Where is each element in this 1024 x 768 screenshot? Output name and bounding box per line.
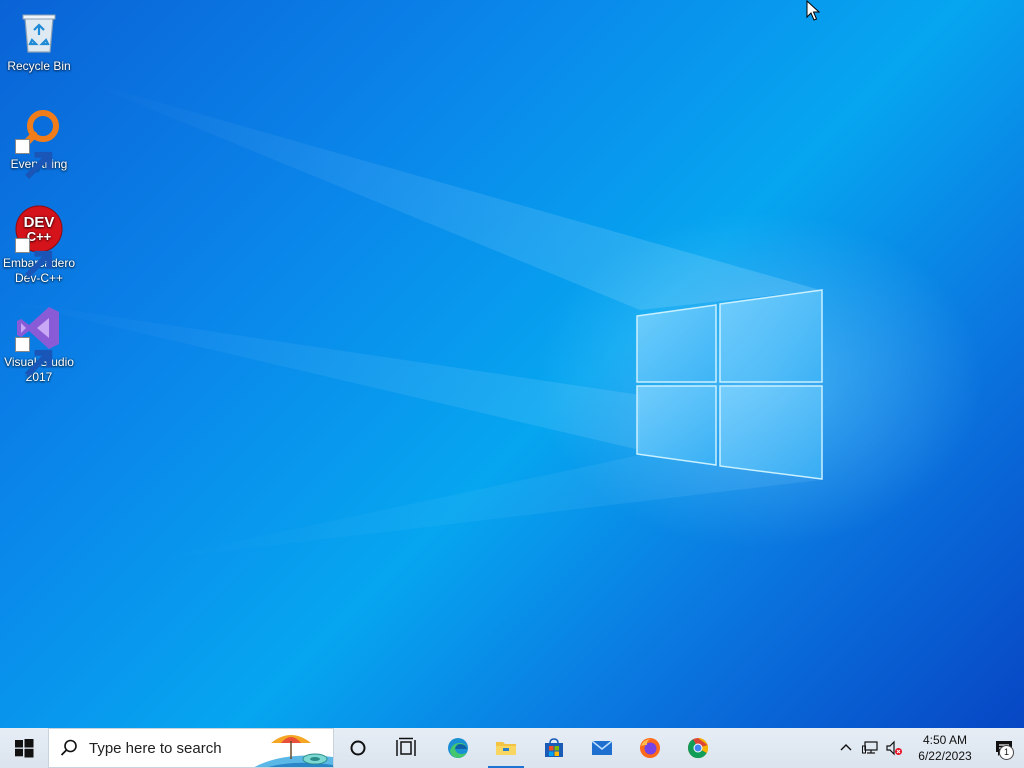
taskbar-store-button[interactable] xyxy=(530,728,578,768)
network-button[interactable] xyxy=(858,728,882,768)
store-icon xyxy=(545,738,563,757)
shortcut-arrow-icon xyxy=(15,139,53,180)
taskbar: Type here to search 4:50 AM 6/22/2023 1 xyxy=(0,728,1024,768)
volume-button[interactable] xyxy=(882,728,906,768)
show-hidden-icons-button[interactable] xyxy=(834,728,858,768)
dev-cpp-icon: DEV C++ xyxy=(15,205,63,279)
start-button[interactable] xyxy=(0,728,48,768)
everything-search-icon xyxy=(15,106,63,180)
mouse-cursor-icon xyxy=(806,0,820,21)
search-box[interactable]: Type here to search xyxy=(48,728,334,768)
taskbar-edge-button[interactable] xyxy=(434,728,482,768)
desktop-icon-recycle-bin[interactable]: Recycle Bin xyxy=(0,2,78,74)
wallpaper-beams xyxy=(0,80,820,560)
windows-start-icon xyxy=(15,739,34,758)
recycle-bin-icon xyxy=(15,8,63,56)
desktop[interactable]: Recycle Bin Everything DEV C++ Embarcade… xyxy=(0,0,1024,728)
network-icon xyxy=(862,741,878,754)
folder-icon xyxy=(496,742,516,755)
visual-studio-icon xyxy=(15,304,63,378)
action-center-button[interactable]: 1 xyxy=(984,728,1024,768)
clock[interactable]: 4:50 AM 6/22/2023 xyxy=(912,732,978,764)
clock-time: 4:50 AM xyxy=(922,733,968,747)
shortcut-arrow-icon xyxy=(15,337,53,378)
desktop-icon-label: Recycle Bin xyxy=(7,59,71,73)
clock-date: 6/22/2023 xyxy=(918,749,972,763)
windows-logo-wallpaper xyxy=(636,289,823,480)
desktop-icon-everything[interactable]: Everything xyxy=(0,100,78,180)
desktop-icon-dev-cpp[interactable]: DEV C++ Embarcadero Dev-C++ xyxy=(0,199,78,286)
chevron-up-icon xyxy=(840,744,852,751)
search-highlight-beach-icon xyxy=(251,729,333,767)
task-view-button[interactable] xyxy=(382,728,430,768)
search-placeholder: Type here to search xyxy=(89,739,222,757)
taskbar-firefox-button[interactable] xyxy=(626,728,674,768)
system-tray: 4:50 AM 6/22/2023 1 xyxy=(834,728,1024,768)
mail-icon xyxy=(591,740,613,755)
search-icon xyxy=(49,738,89,758)
chrome-icon xyxy=(687,737,709,759)
edge-icon xyxy=(448,738,468,758)
firefox-icon xyxy=(640,738,660,758)
taskbar-file-explorer-button[interactable] xyxy=(482,728,530,768)
task-view-icon xyxy=(396,737,416,756)
desktop-icon-visual-studio[interactable]: Visual Studio 2017 xyxy=(0,298,78,385)
cortana-button[interactable] xyxy=(334,728,382,768)
notification-count-badge: 1 xyxy=(999,745,1014,760)
volume-muted-icon xyxy=(886,740,902,756)
taskbar-mail-button[interactable] xyxy=(578,728,626,768)
shortcut-arrow-icon xyxy=(15,238,53,279)
taskbar-chrome-button[interactable] xyxy=(674,728,722,768)
cortana-icon xyxy=(350,740,366,756)
